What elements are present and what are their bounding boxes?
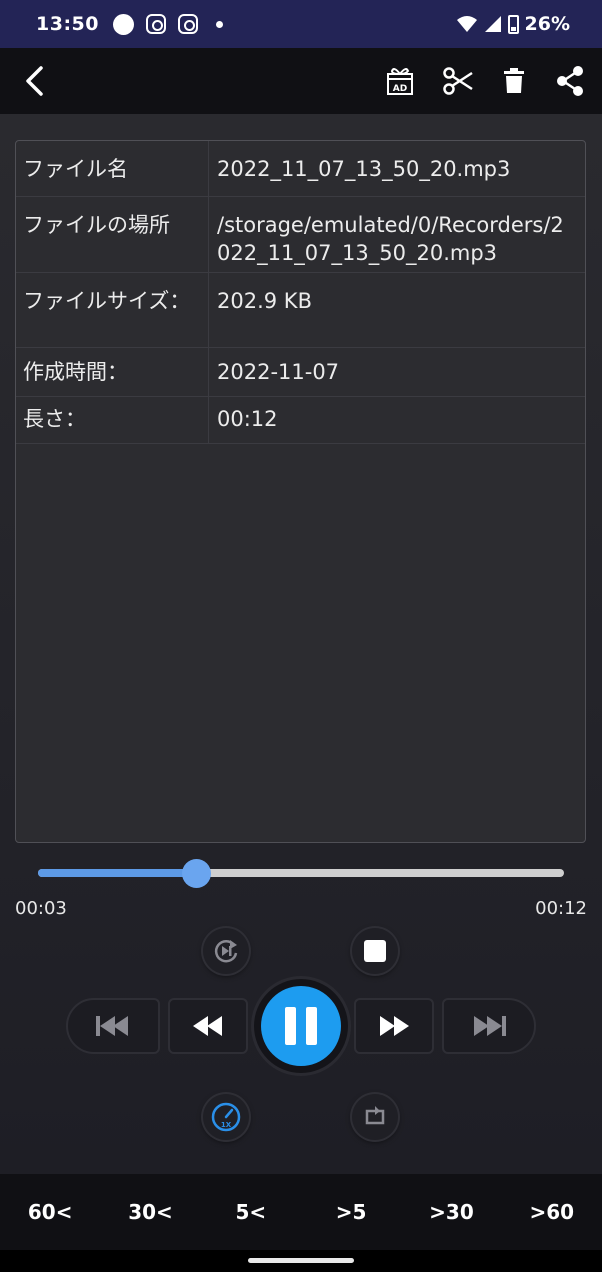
play-pause-button[interactable]: [254, 979, 348, 1073]
table-row-file-name: ファイル名 2022_11_07_13_50_20.mp3: [16, 141, 585, 197]
total-time: 00:12: [535, 898, 587, 919]
back-icon: [26, 66, 43, 96]
fast-forward-icon: [380, 1016, 409, 1036]
created-time-value: 2022-11-07: [217, 360, 340, 384]
current-time: 00:03: [15, 898, 67, 919]
instagram-icon: [145, 14, 166, 34]
file-name-label: ファイル名: [23, 157, 128, 181]
seek-bar[interactable]: [38, 859, 564, 888]
skip-forward-30-button[interactable]: >30: [401, 1174, 501, 1250]
scissors-icon: [443, 67, 473, 95]
pause-bar-right: [306, 1007, 317, 1045]
ad-gift-button[interactable]: AD: [380, 48, 420, 114]
table-row-created-time: 作成時間： 2022-11-07: [16, 348, 585, 397]
skip-bar: 60< 30< 5< >5 >30 >60: [0, 1174, 602, 1250]
stop-button[interactable]: [352, 928, 398, 974]
back-button[interactable]: [14, 48, 54, 114]
gift-ad-icon: AD: [387, 68, 413, 95]
skip-back-30-button[interactable]: 30<: [100, 1174, 200, 1250]
battery-icon: [507, 14, 519, 34]
trash-icon: [504, 68, 524, 93]
rewind-button[interactable]: [168, 998, 248, 1054]
instagram-icon-2: [177, 14, 198, 34]
toolbar: AD: [0, 48, 602, 114]
battery-percent: 26%: [524, 13, 570, 35]
system-navigation-bar: [0, 1250, 602, 1272]
seek-bar-progress: [38, 869, 196, 877]
replay-segment-button[interactable]: [203, 928, 249, 974]
signal-icon: [484, 16, 501, 32]
table-row-duration: 長さ： 00:12: [16, 397, 585, 444]
replay-icon: [214, 940, 238, 963]
skip-forward-5-button[interactable]: >5: [301, 1174, 401, 1250]
status-time: 13:50: [36, 13, 99, 35]
notification-circle-icon: [112, 13, 134, 35]
share-button[interactable]: [550, 48, 590, 114]
file-location-label: ファイルの場所: [23, 213, 170, 237]
table-row-file-size: ファイルサイズ： 202.9 KB: [16, 273, 585, 348]
playback-speed-button[interactable]: 1X: [203, 1094, 249, 1140]
stop-icon: [364, 940, 386, 962]
trim-button[interactable]: [438, 48, 478, 114]
pause-icon: [261, 986, 341, 1066]
table-row-file-location: ファイルの場所 /storage/emulated/0/Recorders/20…: [16, 197, 585, 273]
share-icon: [557, 66, 583, 96]
fast-forward-button[interactable]: [354, 998, 434, 1054]
file-size-value: 202.9 KB: [217, 289, 312, 313]
delete-button[interactable]: [494, 48, 534, 114]
ad-badge-text: AD: [393, 84, 407, 94]
speed-badge-text: 1X: [221, 1121, 232, 1129]
skip-forward-60-button[interactable]: >60: [502, 1174, 602, 1250]
file-info-panel: ファイル名 2022_11_07_13_50_20.mp3 ファイルの場所 /s…: [15, 140, 586, 843]
duration-value: 00:12: [217, 407, 278, 431]
skip-back-5-button[interactable]: 5<: [201, 1174, 301, 1250]
skip-next-icon: [474, 1016, 506, 1036]
file-name-value: 2022_11_07_13_50_20.mp3: [217, 157, 511, 181]
notification-icons: [112, 13, 223, 35]
speed-icon: 1X: [211, 1102, 241, 1132]
skip-previous-icon: [96, 1016, 128, 1036]
skip-back-60-button[interactable]: 60<: [0, 1174, 100, 1250]
seek-bar-thumb[interactable]: [181, 859, 211, 888]
file-location-value: /storage/emulated/0/Recorders/2022_11_07…: [217, 213, 564, 265]
more-notifications-dot-icon: [215, 20, 223, 28]
wifi-icon: [456, 16, 477, 32]
repeat-icon: [365, 1106, 385, 1125]
status-bar: 13:50 26%: [0, 0, 602, 48]
file-size-label: ファイルサイズ：: [23, 289, 191, 313]
created-time-label: 作成時間：: [23, 360, 128, 384]
duration-label: 長さ：: [23, 407, 86, 431]
home-indicator[interactable]: [248, 1258, 354, 1263]
next-track-button[interactable]: [442, 998, 536, 1054]
previous-track-button[interactable]: [66, 998, 160, 1054]
rewind-icon: [193, 1016, 222, 1036]
repeat-button[interactable]: [352, 1094, 398, 1140]
pause-bar-left: [285, 1007, 296, 1045]
status-right: 26%: [456, 13, 570, 35]
